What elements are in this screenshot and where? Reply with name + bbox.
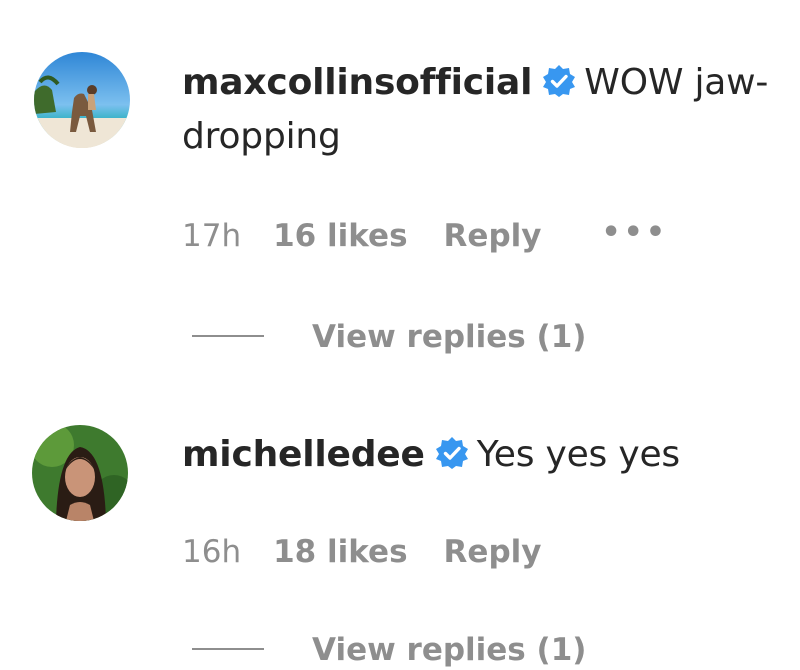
verified-badge-icon bbox=[435, 432, 469, 469]
avatar[interactable] bbox=[32, 425, 128, 521]
comment-text-line: dropping bbox=[182, 110, 341, 164]
more-options-icon[interactable]: ••• bbox=[601, 213, 668, 253]
comment-body: Yes yes yes bbox=[476, 434, 680, 475]
likes-count-button[interactable]: 18 likes bbox=[273, 532, 407, 572]
reply-button[interactable]: Reply bbox=[444, 532, 542, 572]
comment-text-line: michelledee Yes yes yes bbox=[182, 428, 680, 482]
comment-body: WOW jaw- bbox=[584, 62, 769, 103]
view-replies-label: View replies (1) bbox=[312, 632, 587, 668]
beach-photo-avatar-icon bbox=[34, 52, 130, 148]
avatar[interactable] bbox=[34, 52, 130, 148]
view-replies-button[interactable]: View replies (1) bbox=[192, 317, 586, 357]
verified-badge-icon bbox=[542, 60, 576, 97]
reply-button[interactable]: Reply bbox=[444, 216, 542, 256]
comment-timestamp[interactable]: 16h bbox=[182, 532, 241, 572]
divider-line bbox=[192, 648, 264, 650]
portrait-photo-avatar-icon bbox=[32, 425, 128, 521]
likes-count-button[interactable]: 16 likes bbox=[273, 216, 407, 256]
view-replies-label: View replies (1) bbox=[312, 319, 587, 355]
divider-line bbox=[192, 335, 264, 337]
comment-meta: 17h 16 likes Reply ••• bbox=[182, 213, 668, 256]
comment-body-continued: dropping bbox=[182, 116, 341, 157]
comment-timestamp[interactable]: 17h bbox=[182, 216, 241, 256]
comment-text-line: maxcollinsofficial WOW jaw- bbox=[182, 56, 768, 110]
comment-username[interactable]: michelledee bbox=[182, 434, 425, 475]
view-replies-button[interactable]: View replies (1) bbox=[192, 630, 586, 670]
comment-username[interactable]: maxcollinsofficial bbox=[182, 62, 532, 103]
comment-meta: 16h 18 likes Reply bbox=[182, 532, 601, 572]
